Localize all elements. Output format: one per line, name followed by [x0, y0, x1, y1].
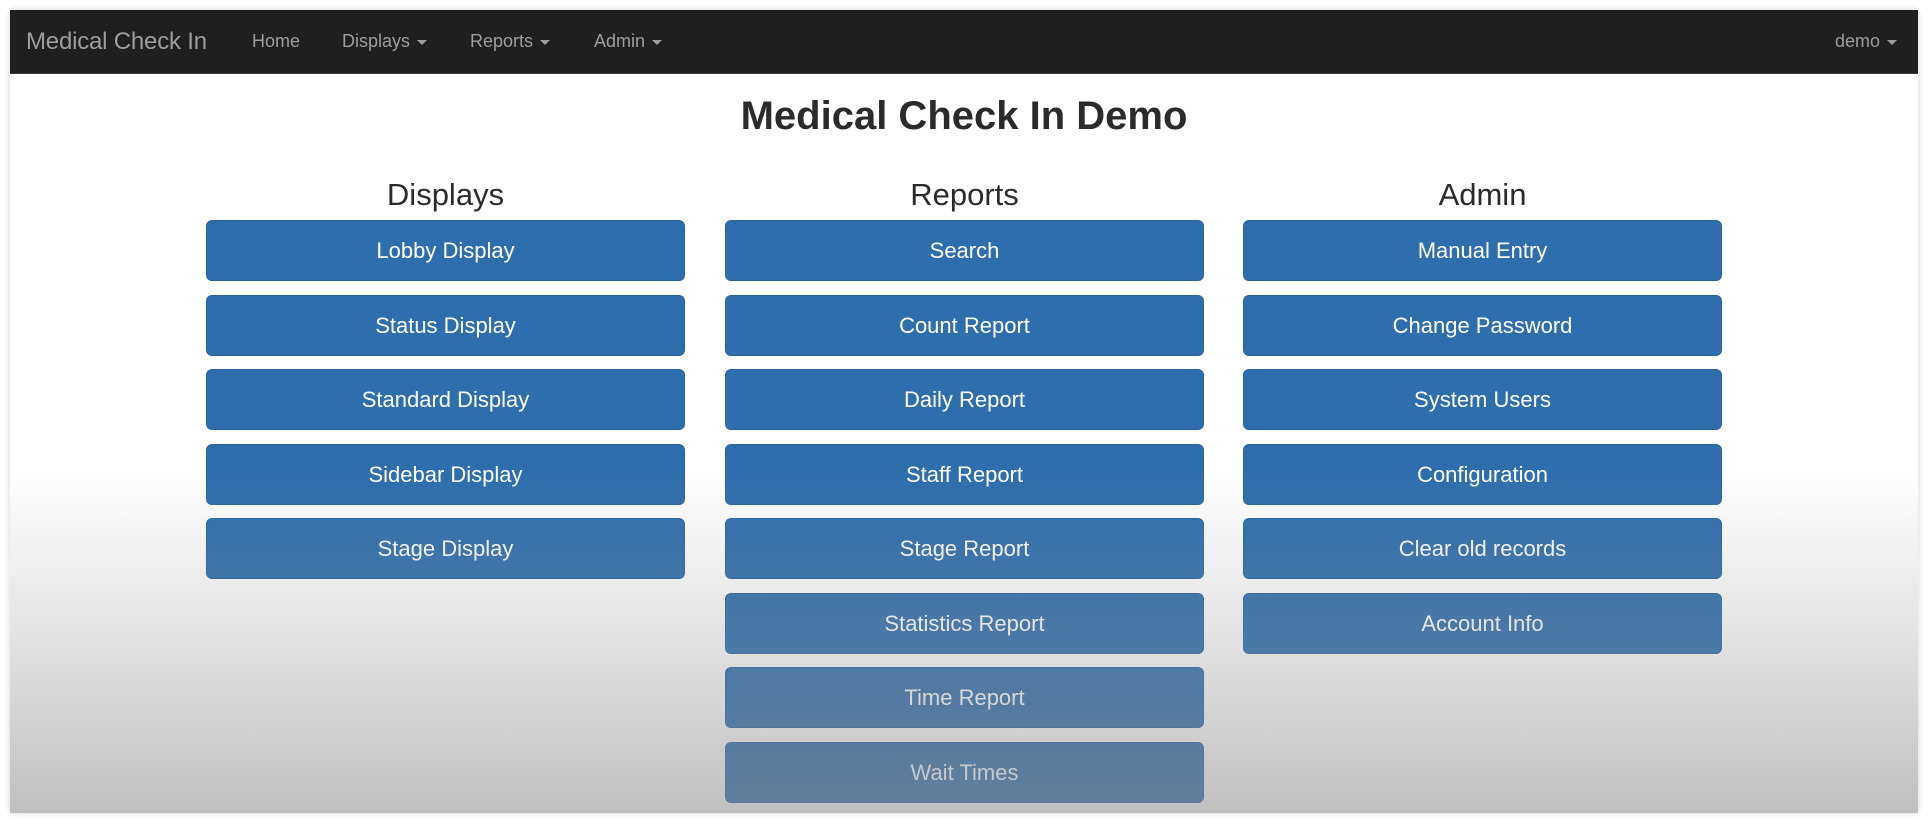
nav-item-label: Home — [252, 31, 301, 51]
caret-down-icon — [417, 39, 428, 45]
account-info-button[interactable]: Account Info — [1243, 592, 1722, 654]
time-report-button[interactable]: Time Report — [725, 667, 1204, 728]
sidebar-display-button[interactable]: Sidebar Display — [206, 443, 685, 505]
section-heading: Reports — [910, 177, 1019, 212]
user-menu-label: demo — [1835, 31, 1881, 51]
navbar: Medical Check In Home Displays Reports A… — [10, 10, 1918, 74]
stage-report-button[interactable]: Stage Report — [725, 518, 1204, 579]
nav-item-reports[interactable]: Reports — [470, 10, 551, 73]
section-heading: Admin — [1438, 177, 1527, 212]
change-password-button[interactable]: Change Password — [1243, 294, 1722, 356]
reports-section: Reports Search Count Report Daily Report… — [725, 170, 1204, 813]
nav-item-home[interactable]: Home — [252, 10, 300, 73]
statistics-report-button[interactable]: Statistics Report — [725, 592, 1204, 654]
lobby-display-button[interactable]: Lobby Display — [206, 220, 685, 281]
nav-item-label: Admin — [594, 31, 646, 51]
browser-window: Medical Check In Home Displays Reports A… — [10, 10, 1918, 813]
displays-section: Displays Lobby Display Status Display St… — [206, 170, 685, 593]
admin-section: Admin Manual Entry Change Password Syste… — [1243, 170, 1722, 667]
caret-down-icon — [652, 39, 663, 45]
caret-down-icon — [540, 39, 551, 45]
count-report-button[interactable]: Count Report — [725, 294, 1204, 356]
section-heading: Displays — [386, 177, 505, 212]
page-title: Medical Check In Demo — [740, 94, 1188, 138]
nav-item-label: Reports — [470, 31, 534, 51]
search-button[interactable]: Search — [725, 220, 1204, 281]
status-display-button[interactable]: Status Display — [206, 294, 685, 356]
stage-display-button[interactable]: Stage Display — [206, 518, 685, 579]
daily-report-button[interactable]: Daily Report — [725, 369, 1204, 430]
system-users-button[interactable]: System Users — [1243, 369, 1722, 430]
nav-item-displays[interactable]: Displays — [342, 10, 428, 73]
user-menu[interactable]: demo — [1835, 10, 1898, 73]
configuration-button[interactable]: Configuration — [1243, 443, 1722, 505]
nav-item-admin[interactable]: Admin — [594, 10, 663, 73]
nav-item-label: Displays — [342, 31, 411, 51]
clear-old-records-button[interactable]: Clear old records — [1243, 518, 1722, 579]
caret-down-icon — [1887, 39, 1898, 45]
manual-entry-button[interactable]: Manual Entry — [1243, 220, 1722, 281]
standard-display-button[interactable]: Standard Display — [206, 369, 685, 430]
staff-report-button[interactable]: Staff Report — [725, 443, 1204, 505]
wait-times-button[interactable]: Wait Times — [725, 741, 1204, 803]
navbar-brand[interactable]: Medical Check In — [26, 10, 207, 73]
